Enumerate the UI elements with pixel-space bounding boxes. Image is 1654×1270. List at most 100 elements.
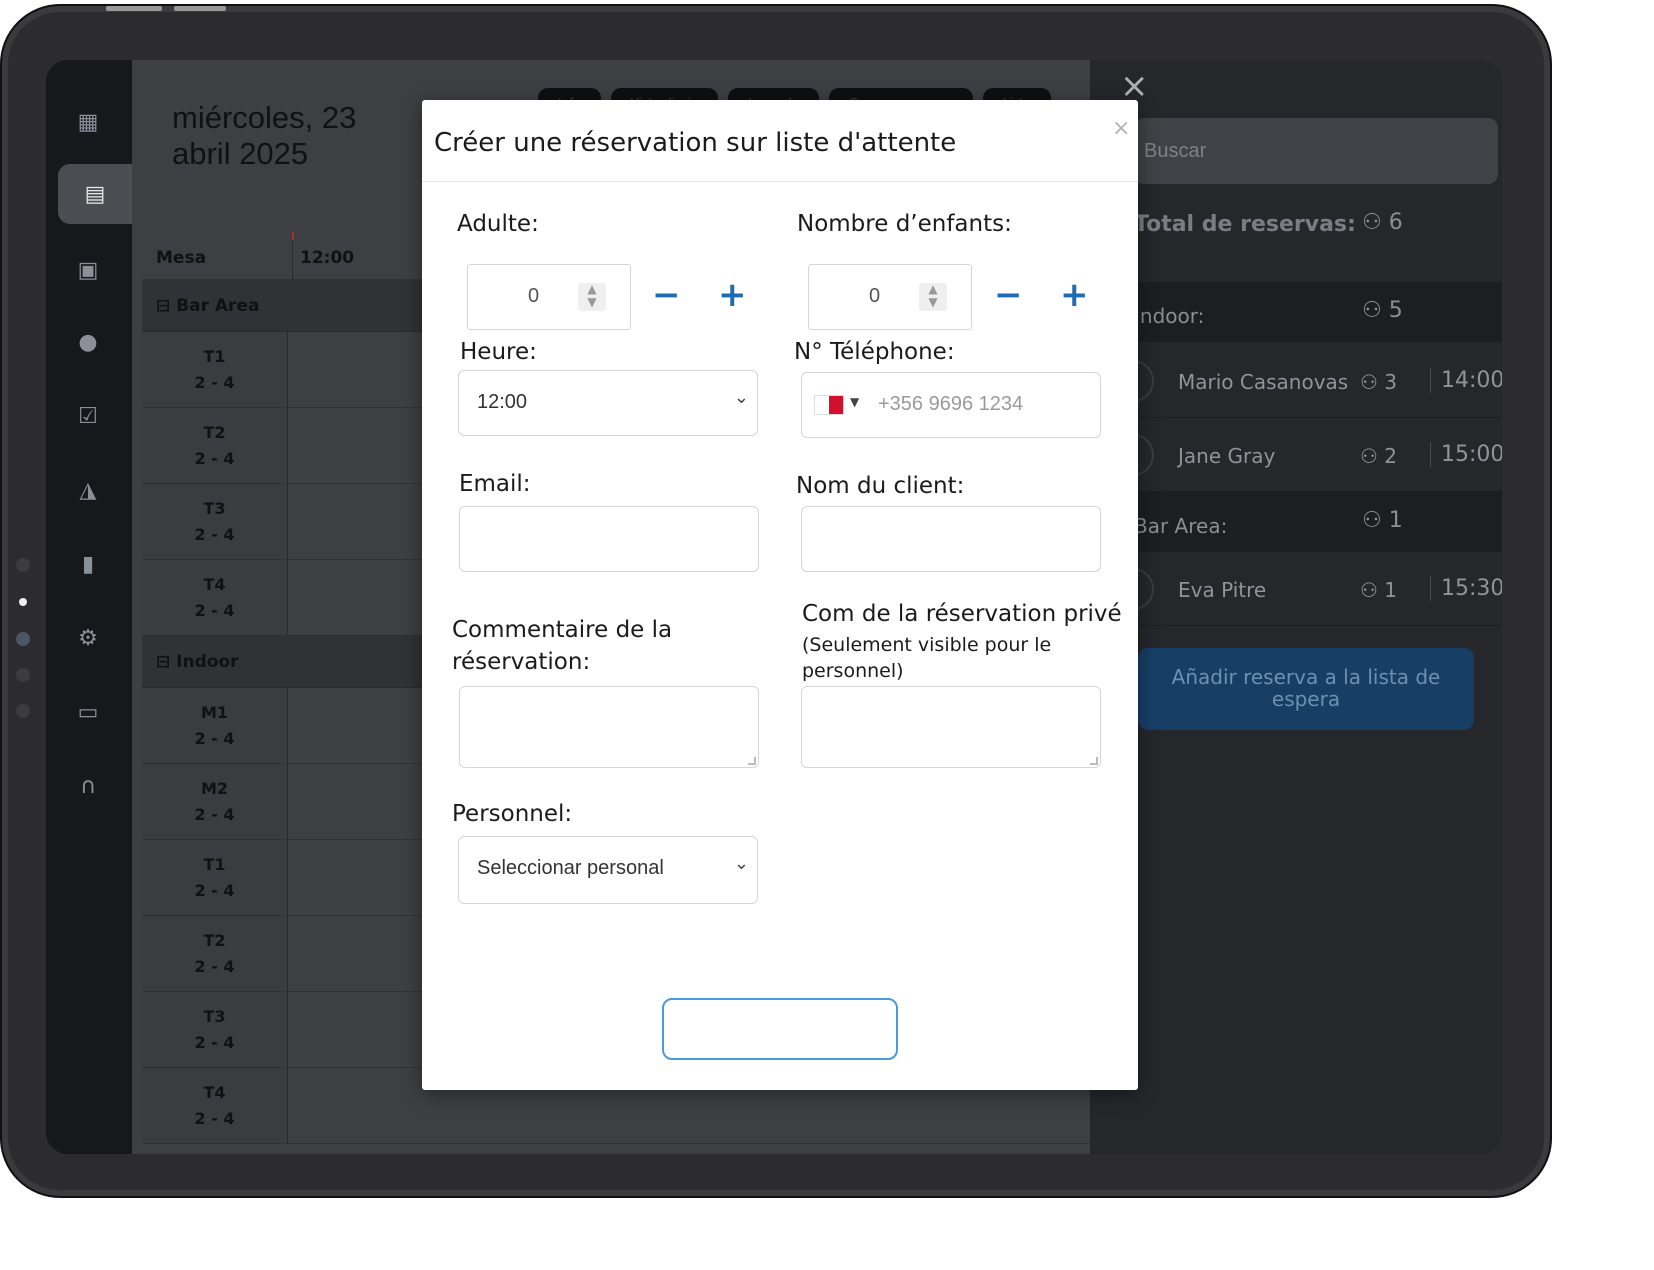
device-button	[174, 6, 226, 11]
device-button	[106, 6, 162, 11]
guest-count: ⚇ 2	[1360, 444, 1398, 468]
date-title: miércoles, 23 abril 2025	[172, 100, 356, 172]
reservation-time: 15:30	[1430, 576, 1502, 601]
list-icon[interactable]: ▣	[68, 250, 108, 290]
table-cell: T3 2 - 4	[142, 992, 288, 1067]
section-label: Indoor:	[1134, 304, 1205, 328]
people-icon: ⚇	[1362, 508, 1382, 533]
guest-count: ⚇ 3	[1360, 370, 1398, 394]
adults-value: 0	[528, 285, 540, 307]
comment-textarea[interactable]	[459, 686, 759, 768]
people-icon: ⚇	[1360, 444, 1378, 468]
email-label: Email:	[459, 471, 531, 497]
plus-icon[interactable]: +	[718, 278, 747, 312]
table-cell: T1 2 - 4	[142, 840, 288, 915]
adults-input[interactable]: 0 ▲ ▼	[467, 264, 631, 330]
modal-title: Créer une réservation sur liste d'attent…	[434, 128, 957, 158]
private-comment-label: Com de la réservation privé	[802, 601, 1122, 627]
private-comment-note: (Seulement visible pour le personnel)	[802, 632, 1051, 684]
private-comment-textarea[interactable]	[801, 686, 1101, 768]
time-label: Heure:	[460, 339, 537, 365]
indicator-dot	[19, 598, 27, 606]
plus-icon[interactable]: +	[1060, 278, 1089, 312]
staff-select[interactable]: Seleccionar personal ⌄	[458, 836, 758, 904]
table-cell: T1 2 - 4	[142, 332, 288, 407]
minus-icon[interactable]: −	[652, 278, 681, 312]
guest-name: Mario Casanovas	[1178, 370, 1349, 394]
user-icon[interactable]: ●	[68, 322, 108, 362]
list-item[interactable]: Jane Gray ⚇ 2 15:00	[1112, 418, 1502, 492]
table-cell: M1 2 - 4	[142, 688, 288, 763]
email-field[interactable]	[459, 506, 759, 572]
section-count: ⚇ 1	[1362, 508, 1403, 533]
time-select[interactable]: 12:00 ⌄	[458, 370, 758, 436]
date-line: miércoles, 23	[172, 100, 357, 135]
calendar-icon[interactable]: ▤	[58, 164, 132, 224]
reservation-time: 14:00	[1430, 368, 1502, 393]
date-line: abril 2025	[172, 136, 309, 171]
search-input[interactable]: Buscar	[1134, 118, 1498, 184]
adults-label: Adulte:	[457, 211, 539, 237]
table-cell: T2 2 - 4	[142, 916, 288, 991]
time-value: 12:00	[477, 391, 528, 413]
staff-label: Personnel:	[452, 801, 573, 827]
children-label: Nombre d’enfants:	[797, 211, 1012, 237]
dashboard-icon[interactable]: ▦	[68, 102, 108, 142]
close-icon[interactable]: ×	[1112, 116, 1130, 141]
caret-down-icon[interactable]: ▼	[850, 395, 859, 409]
comment-label-line: Commentaire de la	[452, 617, 673, 643]
minus-icon[interactable]: −	[994, 278, 1023, 312]
guest-name: Jane Gray	[1178, 444, 1276, 468]
people-icon: ⚇	[1362, 298, 1382, 323]
column-header-table: Mesa	[156, 248, 207, 268]
table-cell: T4 2 - 4	[142, 560, 288, 635]
chart-icon[interactable]: ◮	[68, 470, 108, 510]
list-item[interactable]: Eva Pitre ⚇ 1 15:30	[1112, 552, 1502, 626]
client-name-field[interactable]	[801, 506, 1101, 572]
spinner-icon[interactable]: ▲ ▼	[919, 283, 947, 311]
section-label: Bar Area:	[1134, 514, 1228, 538]
submit-button[interactable]	[662, 998, 898, 1060]
spinner-icon[interactable]: ▲ ▼	[578, 283, 606, 311]
calendar-gift-icon[interactable]: ▭	[68, 692, 108, 732]
app-sidebar: ▦ ▤ ▣ ● ☑ ◮ ▮ ⚙ ▭ ∩	[46, 60, 132, 1154]
waitlist-reservation-modal: Créer une réservation sur liste d'attent…	[422, 100, 1138, 1090]
chevron-down-icon: ⌄	[733, 387, 749, 408]
divider	[422, 181, 1138, 182]
camera-dot	[16, 558, 30, 572]
resize-handle-icon[interactable]	[748, 757, 756, 765]
list-item[interactable]: Mario Casanovas ⚇ 3 14:00	[1112, 344, 1502, 418]
resize-handle-icon[interactable]	[1090, 757, 1098, 765]
client-name-label: Nom du client:	[796, 473, 965, 499]
private-note-line: personnel)	[802, 660, 904, 682]
camera-dot	[16, 668, 30, 682]
chevron-down-icon: ⌄	[733, 853, 749, 874]
phone-placeholder: +356 9696 1234	[878, 393, 1024, 415]
headset-icon[interactable]: ∩	[68, 766, 108, 806]
section-header[interactable]: Indoor: ⚇ 5	[1134, 282, 1502, 342]
add-to-waitlist-button[interactable]: Añadir reserva a la lista de espera	[1138, 648, 1474, 730]
gear-icon[interactable]: ⚙	[68, 618, 108, 658]
table-cell: T4 2 - 4	[142, 1068, 288, 1143]
private-note-line: (Seulement visible pour le	[802, 634, 1052, 656]
section-header[interactable]: Bar Area: ⚇ 1	[1134, 492, 1502, 552]
tag-icon[interactable]: ▮	[68, 544, 108, 584]
table-cell: T3 2 - 4	[142, 484, 288, 559]
message-check-icon[interactable]: ☑	[68, 396, 108, 436]
comment-label-line: réservation:	[452, 649, 591, 675]
people-icon: ⚇	[1360, 370, 1378, 394]
guest-count: ⚇ 1	[1360, 578, 1398, 602]
camera-dot	[16, 704, 30, 718]
reservation-time: 15:00	[1430, 442, 1502, 467]
guest-name: Eva Pitre	[1178, 578, 1267, 602]
column-header-time: 12:00	[300, 248, 355, 268]
people-icon: ⚇	[1360, 578, 1378, 602]
malta-flag-icon[interactable]	[814, 395, 844, 415]
children-input[interactable]: 0 ▲ ▼	[808, 264, 972, 330]
section-count: ⚇ 5	[1362, 298, 1403, 323]
area-label: ⊟ Bar Area	[156, 296, 260, 316]
area-label: ⊟ Indoor	[156, 652, 239, 672]
now-marker	[292, 232, 294, 240]
total-reservations-label: Total de reservas:	[1134, 212, 1356, 237]
phone-input[interactable]: ▼ +356 9696 1234	[801, 372, 1101, 438]
